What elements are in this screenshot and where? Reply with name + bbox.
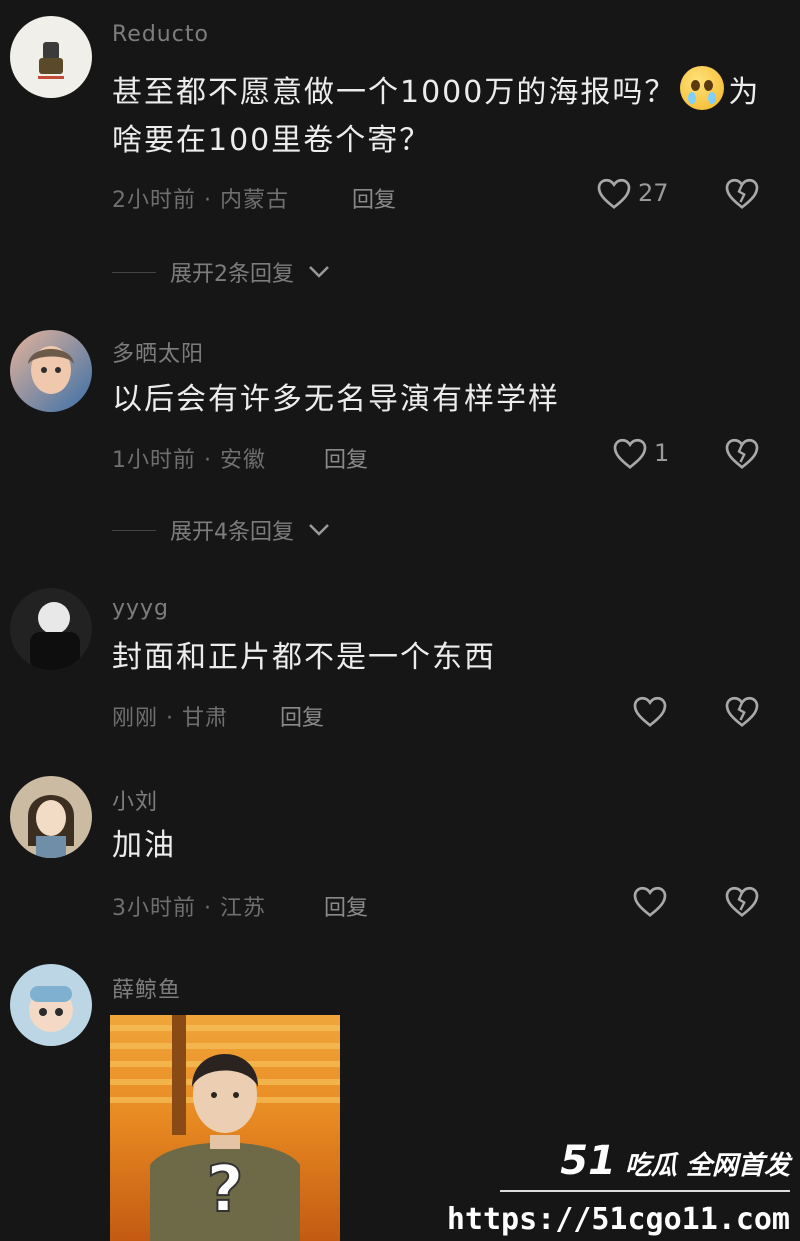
heart-icon xyxy=(597,178,631,209)
expand-label: 展开2条回复 xyxy=(170,262,294,287)
broken-heart-icon xyxy=(725,178,759,209)
question-mark-icon: ? xyxy=(206,1153,243,1227)
dislike-button[interactable] xyxy=(724,694,760,732)
watermark-brand-number: 51 xyxy=(560,1138,616,1184)
avatar[interactable] xyxy=(10,588,92,670)
watermark-brand: 51 吃瓜 全网首发 xyxy=(447,1138,790,1184)
watermark-divider xyxy=(500,1190,790,1192)
dislike-button[interactable] xyxy=(724,884,760,922)
expand-replies-button[interactable]: 展开2条回复 xyxy=(112,256,330,288)
username[interactable]: 薛鲸鱼 xyxy=(112,972,181,1004)
comment-meta: 2小时前 · 内蒙古 xyxy=(112,188,289,213)
comment-text: 甚至都不愿意做一个1000万的海报吗？ 为 啥要在100里卷个寄？ xyxy=(112,66,772,165)
dislike-button[interactable] xyxy=(724,436,760,474)
heart-icon xyxy=(633,696,667,727)
reply-button[interactable]: 回复 xyxy=(324,890,368,922)
username[interactable]: yyyg xyxy=(112,596,169,621)
crying-face-icon xyxy=(680,66,725,110)
dislike-button[interactable] xyxy=(724,176,760,214)
heart-icon xyxy=(633,886,667,917)
username[interactable]: 多晒太阳 xyxy=(112,336,204,368)
watermark-url: https://51cgo11.com xyxy=(446,1202,790,1237)
watermark-brand-text: 吃瓜 全网首发 xyxy=(624,1151,790,1181)
username[interactable]: Reducto xyxy=(112,22,209,47)
comment-meta: 1小时前 · 安徽 xyxy=(112,448,266,473)
comment-image[interactable]: ? xyxy=(110,1015,340,1241)
reply-button[interactable]: 回复 xyxy=(352,182,396,214)
comment-meta: 3小时前 · 江苏 xyxy=(112,896,266,921)
username[interactable]: 小刘 xyxy=(112,784,158,816)
like-count: 27 xyxy=(638,179,669,207)
comment-meta: 刚刚 · 甘肃 xyxy=(112,706,228,731)
avatar[interactable] xyxy=(10,16,92,98)
broken-heart-icon xyxy=(725,696,759,727)
reply-button[interactable]: 回复 xyxy=(324,442,368,474)
watermark: 51 吃瓜 全网首发 https://51cgo11.com xyxy=(447,1138,790,1237)
like-button[interactable] xyxy=(632,884,668,918)
divider-line xyxy=(112,529,156,531)
expand-label: 展开4条回复 xyxy=(170,520,294,545)
broken-heart-icon xyxy=(725,886,759,917)
comment-text-part: 甚至都不愿意做一个1000万的海报吗？ xyxy=(112,75,677,110)
avatar[interactable] xyxy=(10,776,92,858)
chevron-down-icon xyxy=(309,524,329,536)
expand-replies-button[interactable]: 展开4条回复 xyxy=(112,514,330,546)
chevron-down-icon xyxy=(309,266,329,278)
comment-text-part: 为 xyxy=(728,75,761,110)
avatar[interactable] xyxy=(10,964,92,1046)
comment-text-part: 啥要在100里卷个寄？ xyxy=(112,123,432,158)
reply-button[interactable]: 回复 xyxy=(280,700,324,732)
like-count: 1 xyxy=(654,439,670,467)
like-button[interactable]: 1 xyxy=(612,436,669,470)
heart-icon xyxy=(613,438,647,469)
comment-text: 以后会有许多无名导演有样学样 xyxy=(112,382,560,417)
comment-text: 封面和正片都不是一个东西 xyxy=(112,640,496,675)
like-button[interactable] xyxy=(632,694,668,728)
divider-line xyxy=(112,271,156,273)
avatar[interactable] xyxy=(10,330,92,412)
comment-text: 加油 xyxy=(112,828,176,863)
like-button[interactable]: 27 xyxy=(596,176,669,210)
broken-heart-icon xyxy=(725,438,759,469)
